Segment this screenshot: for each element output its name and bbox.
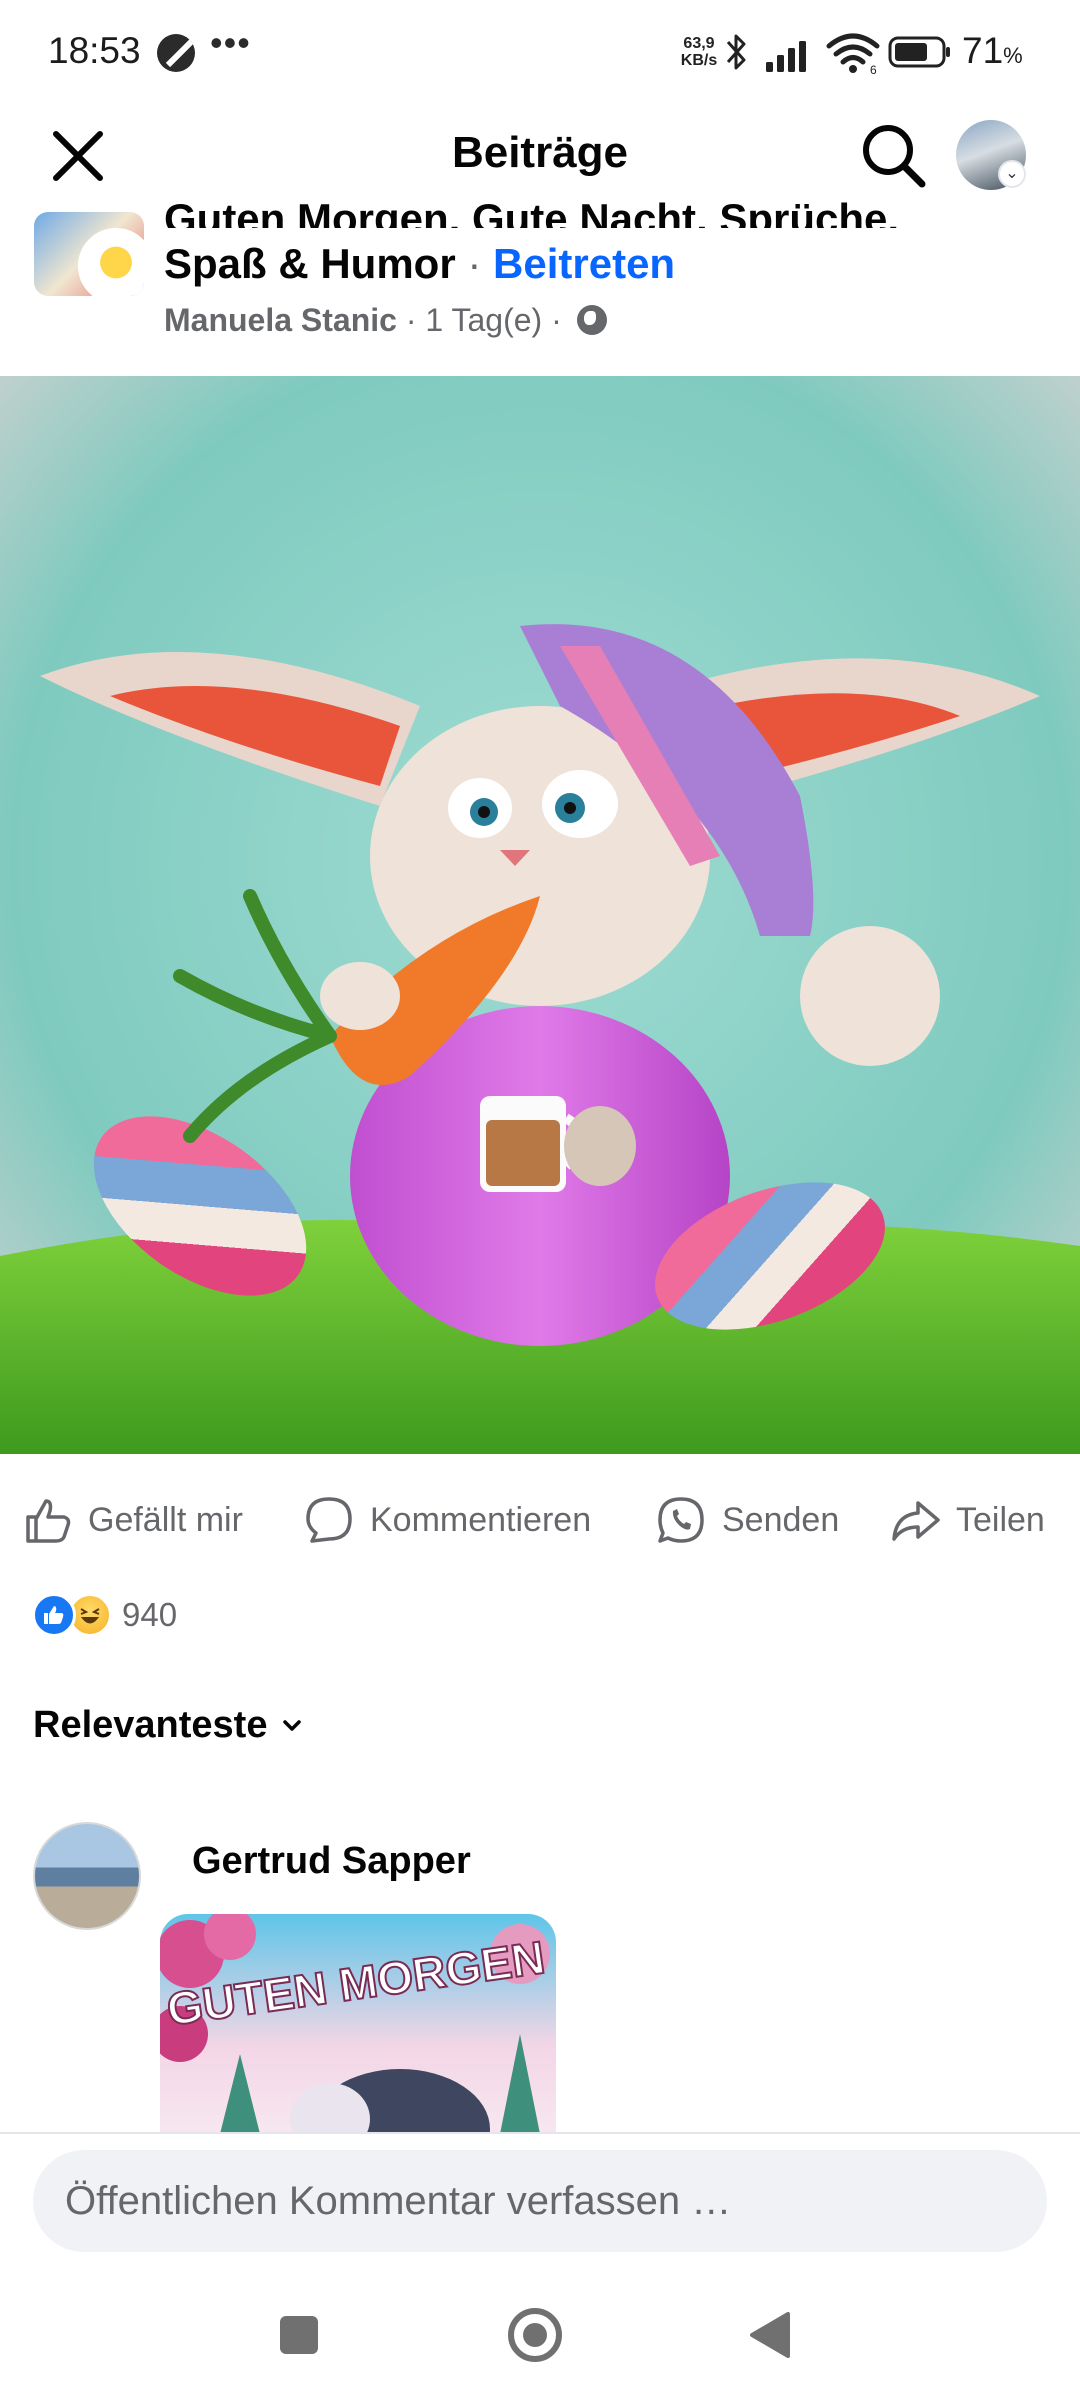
- back-button[interactable]: [748, 2310, 792, 2360]
- separator: ·: [551, 302, 562, 338]
- net-speed: 63,9 KB/s: [674, 35, 724, 69]
- wifi-icon: 6: [826, 33, 880, 76]
- signal-icon: [766, 41, 806, 72]
- commenter-name[interactable]: Gertrud Sapper: [192, 1840, 471, 1883]
- share-button[interactable]: Teilen: [888, 1490, 1045, 1550]
- separator: ·: [405, 302, 417, 338]
- join-button[interactable]: Beitreten: [493, 240, 675, 287]
- like-label: Gefällt mir: [88, 1500, 243, 1539]
- battery-percent: 71%: [962, 30, 1023, 71]
- sort-label: Relevanteste: [33, 1704, 268, 1746]
- close-icon[interactable]: [44, 122, 112, 190]
- recents-button[interactable]: [280, 2316, 318, 2354]
- like-reaction-icon: [32, 1593, 76, 1637]
- group-title[interactable]: Spaß & Humor: [164, 240, 456, 287]
- author-name[interactable]: Manuela Stanic: [164, 302, 397, 338]
- battery-icon: [888, 36, 950, 68]
- share-label: Teilen: [956, 1500, 1045, 1539]
- status-time: 18:53: [48, 30, 141, 71]
- more-notifications-indicator: •••: [210, 22, 251, 63]
- group-avatar[interactable]: [34, 212, 144, 296]
- post-meta: Manuela Stanic · 1 Tag(e) ·: [164, 302, 607, 339]
- chevron-down-icon[interactable]: ⌄: [998, 160, 1026, 188]
- like-icon: [26, 1499, 71, 1543]
- group-title-line1[interactable]: Guten Morgen, Gute Nacht, Sprüche,: [164, 188, 899, 228]
- svg-text:6: 6: [870, 63, 877, 76]
- search-icon[interactable]: [856, 118, 930, 192]
- post-time[interactable]: 1 Tag(e): [425, 302, 542, 338]
- group-title-line2: Spaß & Humor · Beitreten: [164, 240, 675, 288]
- comment-sort-dropdown[interactable]: Relevanteste: [33, 1704, 305, 1747]
- comment-label: Kommentieren: [370, 1500, 592, 1539]
- like-button[interactable]: Gefällt mir: [20, 1490, 243, 1550]
- send-label: Senden: [722, 1500, 840, 1539]
- post-image[interactable]: [0, 376, 1080, 1454]
- dnd-icon: [157, 34, 195, 72]
- whatsapp-icon: [658, 1497, 704, 1543]
- net-speed-unit: KB/s: [680, 52, 718, 69]
- bluetooth-icon: [726, 34, 746, 70]
- globe-icon: [576, 305, 607, 335]
- reaction-count: 940: [122, 1596, 178, 1633]
- reaction-summary[interactable]: 940: [32, 1592, 177, 1638]
- send-button[interactable]: Senden: [654, 1490, 839, 1550]
- share-icon: [892, 1501, 940, 1541]
- comment-icon: [306, 1497, 352, 1543]
- commenter-avatar[interactable]: [33, 1822, 141, 1930]
- comment-input[interactable]: [33, 2150, 1047, 2252]
- separator: ·: [467, 240, 482, 287]
- net-speed-value: 63,9: [683, 35, 715, 52]
- comment-button[interactable]: Kommentieren: [302, 1490, 591, 1550]
- comment-image[interactable]: GUTEN MORGEN: [160, 1914, 556, 2134]
- home-button[interactable]: [508, 2308, 562, 2362]
- chevron-down-icon: [283, 1719, 302, 1731]
